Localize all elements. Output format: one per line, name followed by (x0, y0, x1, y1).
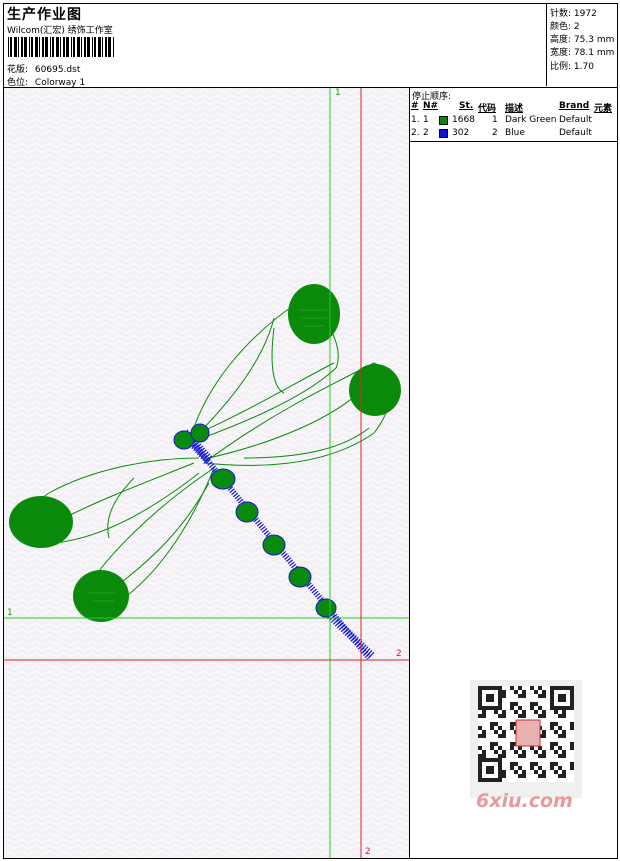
table-row[interactable]: 2. 2 302 2 Blue Default (410, 128, 618, 140)
stat-colors: 颜色: 2 (550, 22, 580, 32)
color-swatch-blue (439, 129, 448, 138)
table-header: # N# St. 代码 描述 Brand 元素 (410, 101, 618, 114)
stat-width: 宽度: 78.1 mm (550, 48, 615, 58)
page-title: 生产作业图 (7, 7, 82, 23)
design-file-value: 60695.dst (34, 65, 81, 75)
design-canvas[interactable]: 1 1 2 2 (4, 88, 409, 858)
col-element: 元素 (594, 104, 613, 114)
design-file-label: 花版: (7, 65, 29, 75)
table-row[interactable]: 1. 1 1668 1 Dark Green Default (410, 115, 618, 127)
stat-height: 高度: 75.3 mm (550, 35, 615, 45)
stat-stitches: 针数: 1972 (550, 9, 597, 19)
dragonfly-embroidery (4, 88, 409, 858)
col-needle: N# (423, 101, 439, 111)
col-code: 代码 (478, 104, 497, 114)
color-swatch-dark-green (439, 116, 448, 125)
col-stitches: St. (459, 101, 474, 111)
green-horizontal-marker: 1 (7, 608, 13, 618)
watermark-text: 6xiu.com (476, 790, 573, 812)
panel-divider (409, 88, 410, 858)
design-file-row: 花版: 60695.dst (7, 62, 80, 75)
stats-panel: 针数: 1972 颜色: 2 高度: 75.3 mm 宽度: 78.1 mm 比… (546, 4, 614, 86)
red-horizontal-marker: 2 (396, 649, 402, 659)
col-brand: Brand (559, 101, 590, 111)
green-vertical-marker: 1 (335, 88, 341, 98)
studio-name: Wilcom(汇宏) 绣饰工作室 (7, 26, 113, 36)
col-description: 描述 (505, 104, 524, 114)
qr-code-icon (478, 686, 574, 782)
watermark-qr (470, 680, 582, 798)
table-divider (410, 141, 618, 142)
barcode-icon (8, 37, 114, 57)
red-vertical-marker: 2 (365, 847, 371, 857)
stat-scale: 比例: 1.70 (550, 62, 594, 72)
col-index: # (411, 101, 419, 111)
